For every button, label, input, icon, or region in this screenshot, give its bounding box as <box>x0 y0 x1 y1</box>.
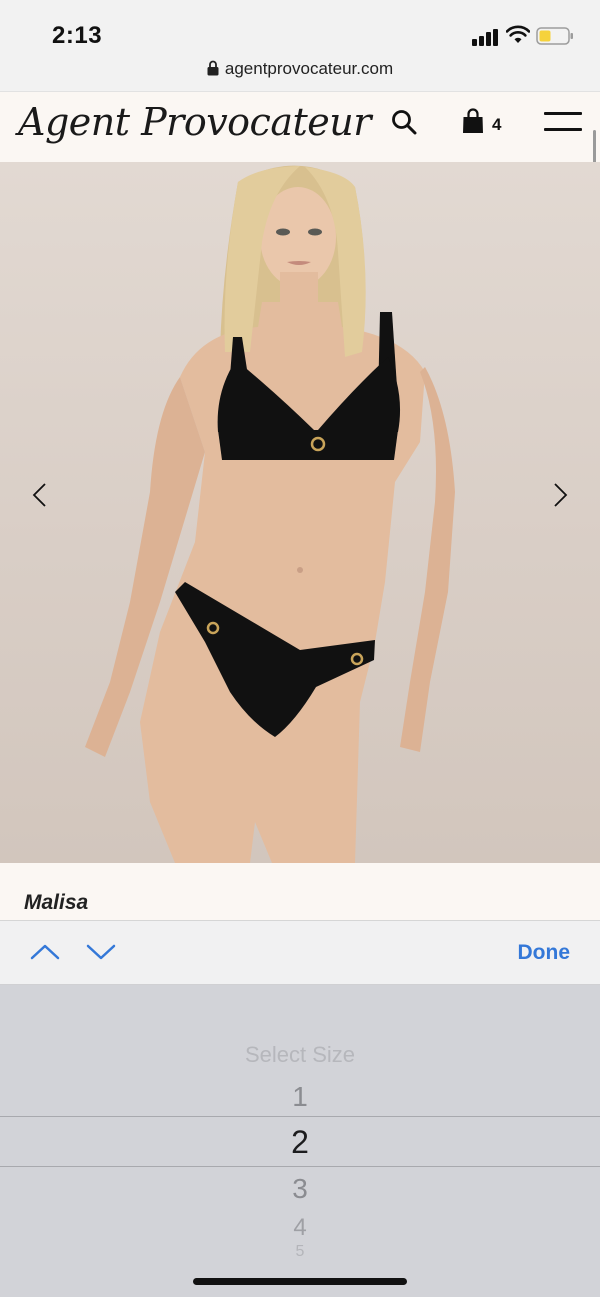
hamburger-menu-icon[interactable] <box>544 110 582 134</box>
picker-option[interactable]: Select Size <box>0 1042 600 1068</box>
product-name: Malisa <box>24 891 89 914</box>
picker-selection-line <box>0 1116 600 1117</box>
keyboard-accessory-bar: Done <box>0 921 600 985</box>
picker-option-selected[interactable]: 2 <box>0 1124 600 1161</box>
product-photo <box>85 165 455 863</box>
product-info: Malisa <box>0 863 600 921</box>
product-image-carousel[interactable] <box>0 162 600 863</box>
url-text: agentprovocateur.com <box>224 59 394 78</box>
home-indicator[interactable] <box>193 1278 407 1285</box>
site-header: Agent Provocateur 4 <box>0 92 600 162</box>
battery-icon <box>536 27 573 45</box>
lock-icon <box>207 60 219 76</box>
done-button[interactable]: Done <box>518 941 571 965</box>
browser-url-bar[interactable]: agentprovocateur.com <box>0 56 600 92</box>
brand-logo[interactable]: Agent Provocateur <box>18 100 371 144</box>
chevron-right-icon[interactable] <box>544 480 574 510</box>
shopping-bag-button[interactable]: 4 <box>462 108 512 138</box>
signal-icon <box>472 28 500 46</box>
chevron-down-icon[interactable] <box>84 939 118 965</box>
chevron-up-icon[interactable] <box>28 939 62 965</box>
picker-selection-line <box>0 1166 600 1167</box>
picker-option[interactable]: 3 <box>0 1173 600 1205</box>
status-bar: 2:13 <box>0 0 600 56</box>
shopping-bag-icon <box>463 108 483 133</box>
bag-count-badge: 4 <box>492 115 502 134</box>
picker-option[interactable]: 5 <box>0 1243 600 1257</box>
status-time: 2:13 <box>52 22 103 49</box>
chevron-left-icon[interactable] <box>26 480 56 510</box>
picker-option[interactable]: 1 <box>0 1081 600 1113</box>
picker-option[interactable]: 4 <box>0 1214 600 1242</box>
size-picker[interactable]: Select Size 1 2 3 4 5 <box>0 985 600 1297</box>
wifi-icon <box>506 25 530 43</box>
search-icon[interactable] <box>390 108 418 136</box>
